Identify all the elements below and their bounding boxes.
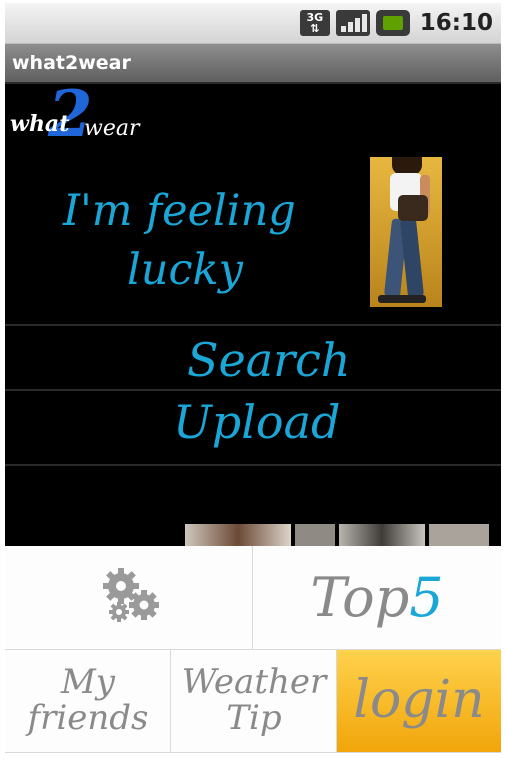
status-clock: 16:10	[419, 10, 493, 36]
divider	[5, 324, 501, 326]
my-friends-button[interactable]: My friends	[5, 650, 171, 753]
app-title: what2wear	[12, 52, 131, 74]
feeling-lucky-line1: I'm feeling	[63, 186, 296, 236]
settings-gears-icon	[103, 568, 159, 622]
signal-icon	[335, 10, 370, 36]
status-bar: 3G ⇅ 16:10	[5, 3, 501, 44]
search-button[interactable]: Search	[187, 333, 351, 387]
my-friends-line2: friends	[27, 698, 149, 738]
network-3g-icon: 3G ⇅	[299, 10, 330, 36]
network-arrows-icon: ⇅	[310, 22, 320, 35]
weather-tip-line2: Tip	[226, 698, 282, 738]
my-friends-line1: My	[60, 662, 116, 702]
outfit-photo[interactable]	[370, 157, 442, 307]
login-label: login	[353, 670, 485, 730]
thumbnail[interactable]	[185, 524, 291, 546]
divider	[5, 464, 501, 466]
battery-icon	[375, 10, 410, 36]
upload-button[interactable]: Upload	[173, 395, 341, 449]
top5-button[interactable]: Top5	[253, 546, 501, 650]
my-friends-label: My friends	[5, 662, 170, 738]
weather-tip-line1: Weather	[181, 662, 327, 702]
weather-tip-label: Weather Tip	[171, 662, 336, 738]
thumbnail[interactable]	[339, 524, 425, 546]
logo-suffix: wear	[84, 116, 140, 141]
weather-tip-button[interactable]: Weather Tip	[171, 650, 337, 753]
app-screen: 3G ⇅ 16:10 what2wear 2 what wear I'm fee…	[5, 3, 501, 753]
settings-button[interactable]	[5, 546, 253, 650]
login-button[interactable]: login	[337, 650, 501, 753]
top5-prefix: Top	[310, 566, 410, 629]
bottom-menu: Top5 My friends Weather Tip login	[5, 546, 501, 753]
top5-number: 5	[409, 566, 444, 629]
status-icons: 3G ⇅ 16:10	[299, 7, 493, 39]
thumbnail-strip[interactable]	[5, 524, 501, 546]
thumbnail[interactable]	[295, 524, 335, 546]
logo-prefix: what	[10, 111, 70, 137]
top5-label: Top5	[253, 566, 501, 629]
feeling-lucky-line2: lucky	[127, 245, 243, 295]
divider	[5, 389, 501, 391]
thumbnail[interactable]	[429, 524, 489, 546]
what2wear-logo: 2 what wear	[8, 83, 158, 159]
